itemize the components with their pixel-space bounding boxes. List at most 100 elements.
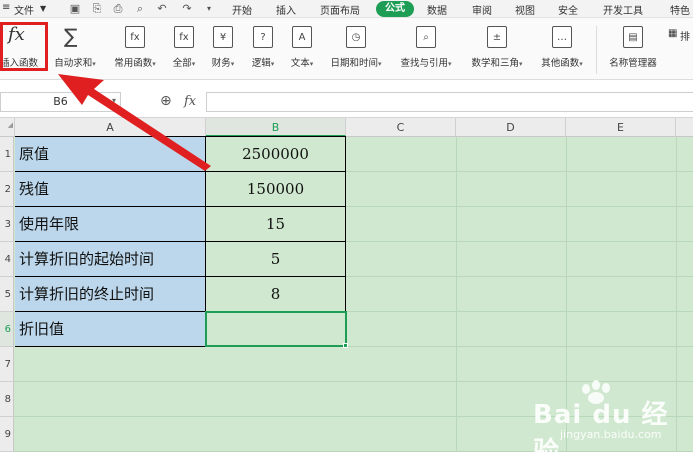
fill-handle[interactable] [343,343,348,348]
cell-b4[interactable]: 5 [206,242,346,277]
undo-icon[interactable]: ↶ [155,2,169,16]
tab-review[interactable]: 审阅 [472,2,492,17]
cell-a2[interactable]: 残值 [15,172,206,207]
ribbon-separator [596,26,597,74]
active-cell-selection[interactable] [205,311,347,347]
select-all-corner[interactable]: ◢ [0,118,15,137]
cell-b3[interactable]: 15 [206,207,346,242]
common-functions-button[interactable]: fx 常用函数▾ [106,18,164,80]
tab-formula[interactable]: 公式 [376,1,414,17]
gridline [346,311,693,312]
print-icon[interactable]: ⎙ [111,2,125,16]
gridline [346,346,693,347]
tab-featured[interactable]: 特色 [670,2,690,17]
row-header-8[interactable]: 8 [0,382,14,417]
fx-icon[interactable]: fx [184,94,196,109]
cell-a4[interactable]: 计算折旧的起始时间 [15,242,206,277]
function-icon: fx [174,26,194,48]
more-ribbon-button[interactable]: ▦ 排 [666,18,693,80]
cell-b5[interactable]: 8 [206,277,346,312]
row-header-9[interactable]: 9 [0,417,14,452]
math-icon: ± [487,26,507,48]
row-header-5[interactable]: 5 [0,277,14,312]
text-functions-button[interactable]: A 文本▾ [284,18,320,80]
lookup-functions-button[interactable]: ⌕ 查找与引用▾ [394,18,458,80]
column-header-c[interactable]: C [346,118,456,137]
zoom-icon[interactable]: ⊕ [160,93,172,109]
more-icon: … [552,26,572,48]
finance-functions-label: 财务▾ [211,58,235,69]
gridline [346,276,693,277]
watermark-site: jingyan.baidu.com [560,428,662,441]
row-header-2[interactable]: 2 [0,172,14,207]
column-header-b[interactable]: B [206,118,346,137]
name-manager-icon: ▤ [623,26,643,48]
gridline [346,206,693,207]
tab-security[interactable]: 安全 [558,2,578,17]
cell-b1[interactable]: 2500000 [206,137,346,172]
math-functions-button[interactable]: ± 数学和三角▾ [464,18,530,80]
question-icon: ? [253,26,273,48]
cell-a3[interactable]: 使用年限 [15,207,206,242]
hamburger-icon[interactable]: ≡ [2,2,10,13]
row-header-6[interactable]: 6 [0,312,14,347]
tab-view[interactable]: 视图 [515,2,535,17]
row-header-7[interactable]: 7 [0,347,14,382]
logic-functions-label: 逻辑▾ [251,58,275,69]
clipboard-icon[interactable]: ⎘ [90,2,104,16]
finance-functions-button[interactable]: ¥ 财务▾ [204,18,242,80]
row-header-1[interactable]: 1 [0,137,14,172]
more-ribbon-icon: ▦ [668,28,678,39]
cell-b2[interactable]: 150000 [206,172,346,207]
name-box[interactable]: B6 [0,92,121,112]
lookup-functions-label: 查找与引用▾ [400,58,452,69]
other-functions-label: 其他函数▾ [541,58,583,69]
tab-developer[interactable]: 开发工具 [603,2,643,17]
yen-icon: ¥ [213,26,233,48]
column-header-a[interactable]: A [15,118,206,137]
gridline [346,241,693,242]
formula-input[interactable] [206,92,693,112]
more-ribbon-label: 排 [680,32,690,43]
all-functions-button[interactable]: fx 全部▾ [166,18,202,80]
chevron-down-icon[interactable]: ▼ [40,4,46,13]
tab-data[interactable]: 数据 [427,2,447,17]
print-preview-icon[interactable]: ⌕ [133,2,147,16]
datetime-functions-label: 日期和时间▾ [330,58,382,69]
text-a-icon: A [292,26,312,48]
save-icon[interactable]: ▣ [68,2,82,16]
cell-a6[interactable]: 折旧值 [15,312,206,347]
tab-home[interactable]: 开始 [232,2,252,17]
clock-icon: ◷ [346,26,366,48]
common-functions-label: 常用函数▾ [114,58,156,69]
cell-a1[interactable]: 原值 [15,137,206,172]
tab-page-layout[interactable]: 页面布局 [320,2,360,17]
annotation-highlight-box [0,22,48,71]
menu-file[interactable]: 文件 [14,2,34,17]
other-functions-button[interactable]: … 其他函数▾ [534,18,590,80]
chevron-down-icon[interactable]: ▾ [112,96,116,105]
column-header-d[interactable]: D [456,118,566,137]
all-functions-label: 全部▾ [172,58,196,69]
row-header-4[interactable]: 4 [0,242,14,277]
column-header-f[interactable] [676,118,693,137]
math-functions-label: 数学和三角▾ [471,58,523,69]
sigma-icon: ∑ [64,24,78,48]
logic-functions-button[interactable]: ? 逻辑▾ [244,18,282,80]
text-functions-label: 文本▾ [290,58,314,69]
redo-icon[interactable]: ↷ [180,2,194,16]
menu-bar: ≡ 文件 ▼ ▣ ⎘ ⎙ ⌕ ↶ ↷ ▾ 开始 插入 页面布局 公式 数据 审阅… [0,0,693,18]
name-manager-button[interactable]: ▤ 名称管理器 [602,18,664,80]
formula-ribbon: fx 插入函数 ∑ 自动求和▾ fx 常用函数▾ fx 全部▾ ¥ 财务▾ ? … [0,18,693,80]
autosum-label: 自动求和▾ [54,58,96,69]
autosum-button[interactable]: ∑ 自动求和▾ [48,18,102,80]
column-header-e[interactable]: E [566,118,676,137]
lookup-icon: ⌕ [416,26,436,48]
row-header-3[interactable]: 3 [0,207,14,242]
star-function-icon: fx [125,26,145,48]
chevron-down-icon[interactable]: ▾ [202,2,216,16]
datetime-functions-button[interactable]: ◷ 日期和时间▾ [324,18,388,80]
cell-a5[interactable]: 计算折旧的终止时间 [15,277,206,312]
gridline [456,137,457,452]
tab-insert[interactable]: 插入 [276,2,296,17]
